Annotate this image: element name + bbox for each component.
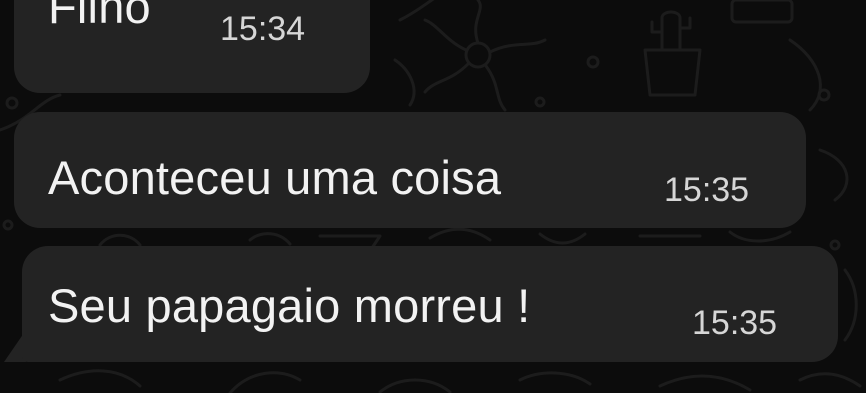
chat-area: Filho 15:34 Aconteceu uma coisa 15:35 Se… [0, 0, 866, 393]
message-timestamp: 15:35 [692, 304, 778, 342]
message-timestamp: 15:34 [220, 10, 306, 48]
message-bubble[interactable]: Aconteceu uma coisa 15:35 [14, 112, 806, 228]
message-text: Seu papagaio morreu ! [48, 279, 531, 332]
message-timestamp: 15:35 [664, 171, 750, 209]
message-bubble[interactable]: Filho 15:34 [14, 0, 370, 93]
message-text: Filho [48, 0, 151, 33]
message-text: Aconteceu uma coisa [48, 151, 502, 204]
message-bubble[interactable]: Seu papagaio morreu ! 15:35 [22, 246, 838, 362]
